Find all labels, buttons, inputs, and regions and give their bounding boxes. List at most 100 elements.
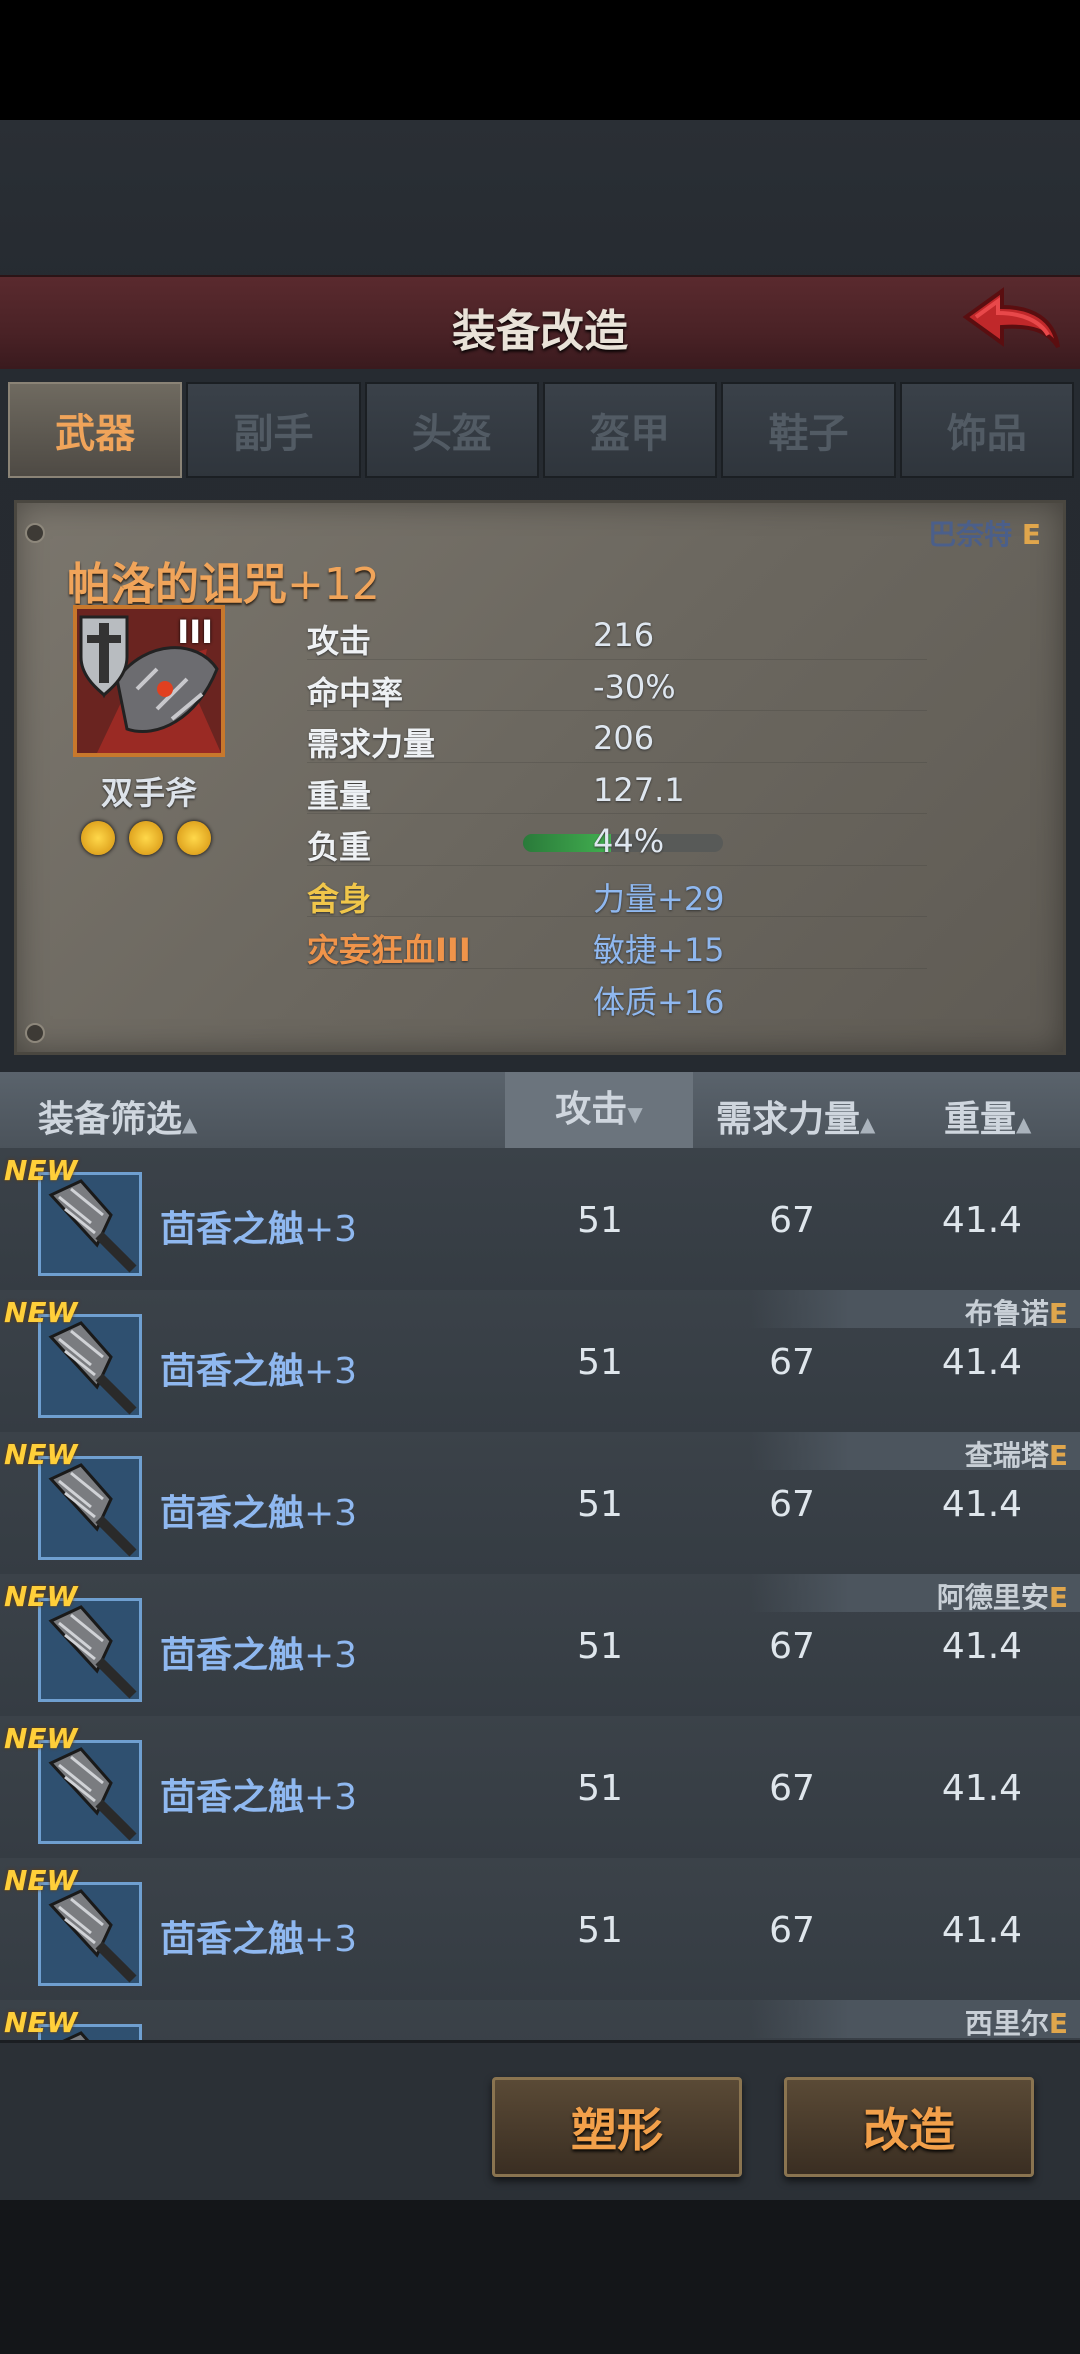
axe-blade-icon bbox=[38, 1456, 142, 1560]
page-title: 装备改造 bbox=[452, 306, 628, 357]
weight-value: 41.4 bbox=[941, 1484, 1023, 1525]
stat-row-bonus: 体质+16 bbox=[307, 969, 927, 1021]
new-badge: NEW bbox=[4, 1722, 78, 1755]
owner-grade: E bbox=[1021, 518, 1041, 551]
new-badge: NEW bbox=[4, 1438, 78, 1471]
col-strength-label: 需求力量 bbox=[716, 1099, 861, 1140]
filter-label: 装备筛选 bbox=[38, 1099, 183, 1140]
item-tier: III bbox=[177, 613, 213, 651]
equipment-filter-button[interactable]: 装备筛选▲ bbox=[38, 1090, 197, 1142]
tab-armor[interactable]: 盔甲 bbox=[542, 382, 718, 478]
item-name: 茴香之触+3 bbox=[160, 1910, 357, 1962]
reshape-button[interactable]: 塑形 bbox=[492, 2077, 742, 2177]
navigation-area bbox=[0, 2200, 1080, 2354]
two-handed-axe-icon[interactable]: III bbox=[73, 605, 225, 757]
attack-value: 51 bbox=[577, 1910, 623, 1951]
strength-value: 67 bbox=[769, 1342, 815, 1383]
bonus-value: 体质+16 bbox=[593, 982, 725, 1021]
owner-name: 西里尔 bbox=[964, 2007, 1049, 2040]
list-item[interactable]: NEW 茴香之触+3 51 67 41.4 bbox=[0, 1148, 1080, 1292]
stat-value: 44% bbox=[593, 822, 665, 860]
weight-value: 41.4 bbox=[941, 1768, 1023, 1809]
tab-offhand[interactable]: 副手 bbox=[186, 382, 361, 478]
new-badge: NEW bbox=[4, 1154, 78, 1187]
axe-blade-icon bbox=[38, 1172, 142, 1276]
strength-value: 67 bbox=[769, 1768, 815, 1809]
tab-shoes[interactable]: 鞋子 bbox=[721, 382, 896, 478]
sort-weight-button[interactable]: 重量▲ bbox=[944, 1090, 1031, 1142]
rivet-icon bbox=[25, 523, 45, 543]
back-arrow-icon[interactable] bbox=[962, 283, 1062, 363]
list-item[interactable]: 阿德里安E NEW 茴香之触+3 51 67 41.4 bbox=[0, 1574, 1080, 1718]
item-stats: 攻击 216 命中率 -30% 需求力量 206 重量 127.1 负重 44%… bbox=[307, 608, 927, 1021]
bonus-value: 力量+29 bbox=[593, 879, 725, 918]
weight-value: 41.4 bbox=[941, 1626, 1023, 1667]
owner-name: 巴奈特 bbox=[928, 518, 1013, 551]
sort-up-icon: ▲ bbox=[1016, 1112, 1032, 1136]
axe-blade-icon bbox=[38, 1882, 142, 1986]
sort-attack-button[interactable]: 攻击▼ bbox=[505, 1072, 693, 1148]
tab-accessory[interactable]: 饰品 bbox=[899, 382, 1074, 478]
item-owner: 巴奈特 E bbox=[928, 513, 1041, 553]
item-enhance-level: +3 bbox=[304, 1493, 358, 1534]
item-name-text: 茴香之触 bbox=[160, 1635, 305, 1676]
stat-value: 216 bbox=[593, 616, 655, 654]
tab-weapon[interactable]: 武器 bbox=[8, 382, 183, 478]
strength-value: 67 bbox=[769, 1200, 815, 1241]
item-detail-panel: 巴奈特 E 帕洛的诅咒+12 III 双手斧 攻击 216 命中率 -30% 需 bbox=[14, 500, 1066, 1055]
attack-value: 51 bbox=[577, 1342, 623, 1383]
sort-up-icon: ▲ bbox=[182, 1112, 198, 1136]
col-weight-label: 重量 bbox=[944, 1099, 1017, 1140]
item-enhance-level: +3 bbox=[304, 1635, 358, 1676]
gem-icon bbox=[177, 821, 211, 855]
action-bar: 塑形 改造 bbox=[0, 2040, 1080, 2203]
axe-blade-icon bbox=[38, 1740, 142, 1844]
list-item[interactable]: NEW 茴香之触+3 51 67 41.4 bbox=[0, 1858, 1080, 2002]
item-name-text: 茴香之触 bbox=[160, 1919, 305, 1960]
stat-label: 负重 bbox=[307, 828, 372, 866]
stat-row-required-strength: 需求力量 206 bbox=[307, 711, 927, 763]
item-name: 茴香之触+3 bbox=[160, 1626, 357, 1678]
stat-label: 命中率 bbox=[307, 673, 404, 712]
list-item[interactable]: 查瑞塔E NEW 茴香之触+3 51 67 41.4 bbox=[0, 1432, 1080, 1576]
sort-strength-button[interactable]: 需求力量▲ bbox=[716, 1090, 875, 1142]
row-owner: 阿德里安E bbox=[937, 1576, 1068, 1616]
stat-value: 127.1 bbox=[593, 770, 685, 809]
weight-value: 41.4 bbox=[941, 1200, 1023, 1241]
skill-label: 灾妄狂血III bbox=[307, 931, 471, 969]
item-enhance-level: +3 bbox=[304, 1351, 358, 1392]
owner-name: 查瑞塔 bbox=[964, 1439, 1049, 1472]
weight-value: 41.4 bbox=[941, 1342, 1023, 1383]
strength-value: 67 bbox=[769, 1484, 815, 1525]
item-type: 双手斧 bbox=[100, 774, 197, 812]
owner-name: 布鲁诺 bbox=[964, 1297, 1049, 1330]
item-enhance-level: +3 bbox=[304, 1777, 358, 1818]
item-name-text: 茴香之触 bbox=[160, 1209, 305, 1250]
stat-value: 206 bbox=[593, 719, 655, 757]
tab-helmet[interactable]: 头盔 bbox=[364, 382, 539, 478]
list-item[interactable]: NEW 茴香之触+3 51 67 41.4 bbox=[0, 1716, 1080, 1860]
col-attack-label: 攻击 bbox=[555, 1089, 628, 1130]
rivet-icon bbox=[25, 1023, 45, 1043]
attack-value: 51 bbox=[577, 1484, 623, 1525]
list-item[interactable]: 西里尔E NEW bbox=[0, 2000, 1080, 2040]
bonus-value: 敏捷+15 bbox=[593, 931, 725, 969]
item-name-text: 帕洛的诅咒 bbox=[67, 559, 287, 610]
strength-value: 67 bbox=[769, 1626, 815, 1667]
gem-icon bbox=[81, 821, 115, 855]
skill-label: 舍身 bbox=[307, 879, 372, 918]
item-name-text: 茴香之触 bbox=[160, 1351, 305, 1392]
owner-grade: E bbox=[1048, 1439, 1068, 1472]
owner-grade: E bbox=[1048, 1581, 1068, 1614]
stat-row-skill: 灾妄狂血III 敏捷+15 bbox=[307, 917, 927, 969]
item-enhance-level: +3 bbox=[304, 1919, 358, 1960]
gem-icon bbox=[129, 821, 163, 855]
stat-value: -30% bbox=[593, 667, 676, 706]
attack-value: 51 bbox=[577, 1626, 623, 1667]
item-name: 茴香之触+3 bbox=[160, 1200, 357, 1252]
item-name-text: 茴香之触 bbox=[160, 1493, 305, 1534]
new-badge: NEW bbox=[4, 1580, 78, 1613]
modify-button[interactable]: 改造 bbox=[784, 2077, 1034, 2177]
list-item[interactable]: 布鲁诺E NEW 茴香之触+3 51 67 41.4 bbox=[0, 1290, 1080, 1434]
equipment-list[interactable]: NEW 茴香之触+3 51 67 41.4 布鲁诺E NEW 茴香之触+3 51 67 41.4 查瑞… bbox=[0, 1148, 1080, 2040]
